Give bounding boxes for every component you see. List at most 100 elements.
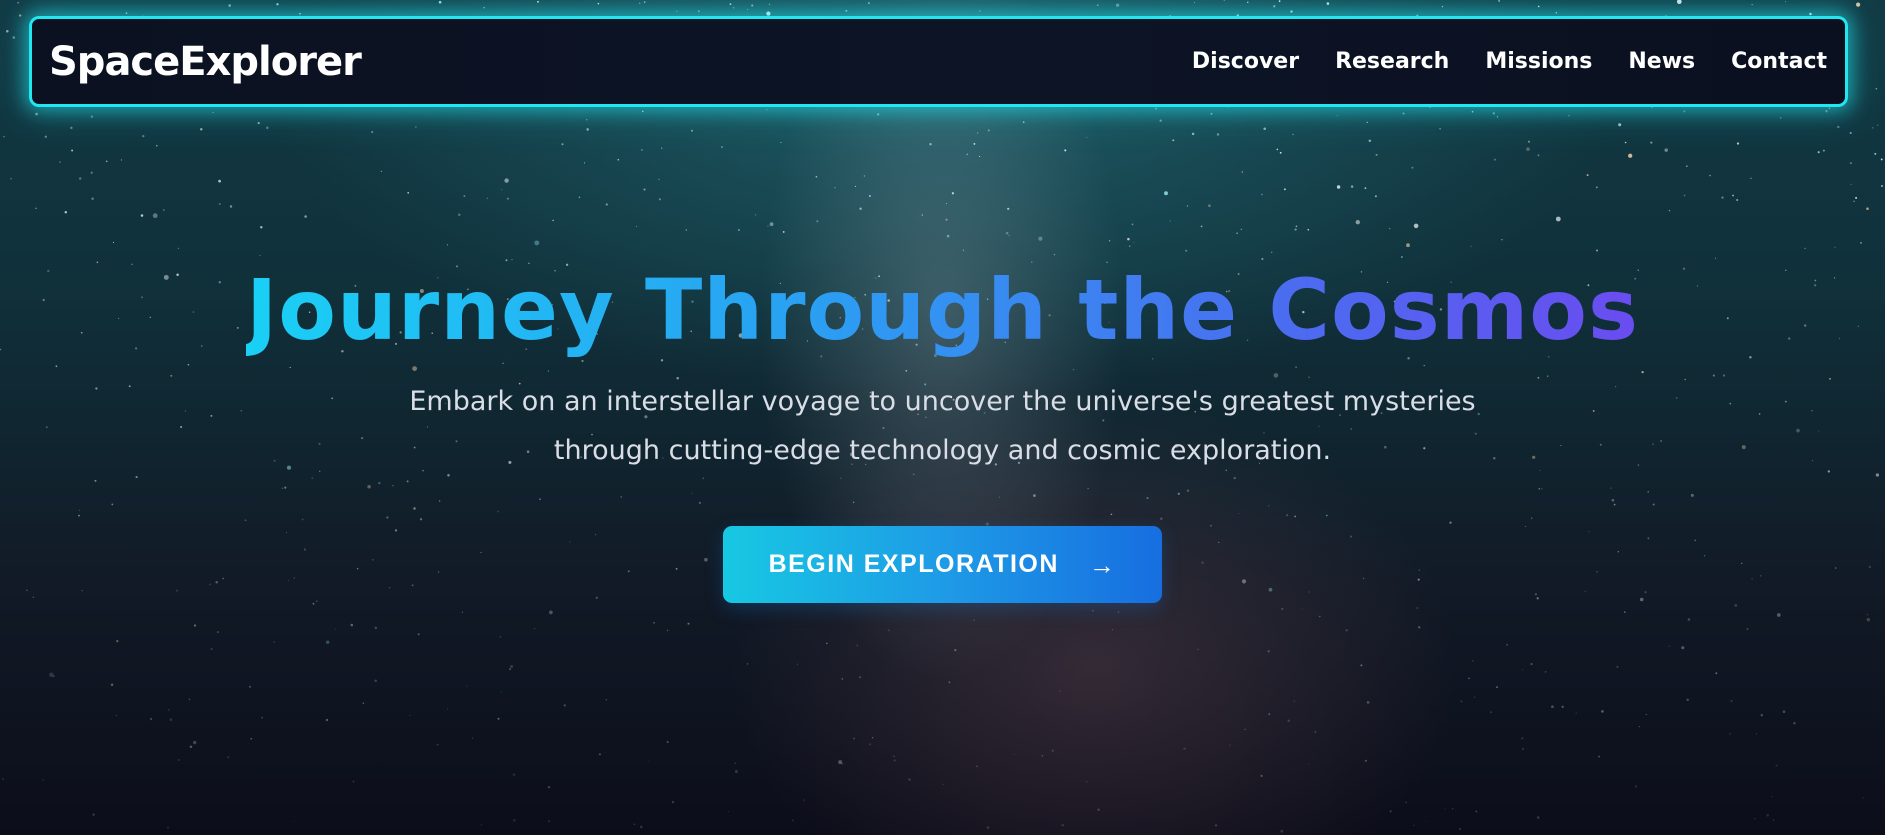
star xyxy=(1268,713,1271,716)
star xyxy=(796,663,799,665)
star xyxy=(1336,185,1341,189)
star xyxy=(325,640,330,644)
star xyxy=(658,178,660,181)
star xyxy=(293,820,295,822)
nav-link-contact[interactable]: Contact xyxy=(1731,49,1827,74)
star xyxy=(483,7,485,9)
star xyxy=(1686,165,1688,167)
star xyxy=(1059,690,1061,692)
star xyxy=(1115,3,1120,7)
star xyxy=(150,717,153,721)
star xyxy=(877,113,880,116)
site-logo[interactable]: SpaceExplorer xyxy=(49,39,362,85)
star xyxy=(1092,610,1094,612)
star xyxy=(1411,166,1414,169)
star xyxy=(1880,184,1884,188)
star xyxy=(1645,713,1647,716)
star xyxy=(1776,613,1781,617)
star xyxy=(945,218,948,221)
star xyxy=(1686,698,1689,702)
star xyxy=(942,783,944,785)
star xyxy=(1061,824,1065,827)
star xyxy=(1022,121,1025,124)
star xyxy=(1875,87,1878,90)
star xyxy=(1131,223,1134,226)
star xyxy=(276,3,279,6)
star xyxy=(1866,207,1869,210)
star xyxy=(537,0,539,3)
nav-link-research[interactable]: Research xyxy=(1335,49,1449,74)
star xyxy=(1785,1,1787,3)
star xyxy=(90,171,93,174)
star xyxy=(499,636,502,638)
star xyxy=(91,197,94,200)
star xyxy=(1860,241,1862,244)
star xyxy=(1521,747,1525,751)
star xyxy=(976,765,978,768)
star xyxy=(1214,824,1218,827)
star xyxy=(1314,730,1317,733)
star xyxy=(746,663,749,665)
star xyxy=(1715,672,1718,675)
star xyxy=(1470,245,1472,247)
star xyxy=(1475,810,1478,813)
star xyxy=(325,718,329,722)
star xyxy=(1754,818,1756,820)
begin-exploration-button[interactable]: BEGIN EXPLORATION → xyxy=(723,526,1162,603)
star xyxy=(1501,238,1503,241)
nav-links: Discover Research Missions News Contact xyxy=(1192,49,1827,74)
star xyxy=(1760,713,1764,717)
star xyxy=(1494,158,1496,161)
star xyxy=(140,214,144,217)
star xyxy=(1406,243,1410,248)
star xyxy=(1208,204,1211,207)
nav-link-news[interactable]: News xyxy=(1628,49,1695,74)
star xyxy=(1866,613,1869,616)
star xyxy=(1527,140,1531,143)
star xyxy=(948,681,951,684)
star xyxy=(1575,712,1577,714)
hero-content: Journey Through the Cosmos Embark on an … xyxy=(0,255,1885,603)
star xyxy=(1405,801,1407,804)
star xyxy=(1389,810,1392,813)
star xyxy=(1355,220,1360,225)
star xyxy=(250,737,253,740)
star xyxy=(605,752,607,754)
star xyxy=(838,760,843,765)
star xyxy=(720,145,723,149)
star xyxy=(1364,759,1367,762)
star xyxy=(461,611,464,613)
star xyxy=(508,668,512,671)
star xyxy=(921,214,924,216)
star xyxy=(471,737,474,739)
star xyxy=(767,225,769,227)
star xyxy=(1368,139,1372,143)
star xyxy=(697,10,700,13)
star xyxy=(1736,198,1739,202)
star xyxy=(42,779,44,781)
star xyxy=(1295,225,1298,228)
star xyxy=(768,3,771,6)
star xyxy=(1471,110,1474,113)
star xyxy=(868,195,871,197)
star xyxy=(504,178,509,183)
star xyxy=(70,126,73,130)
star xyxy=(648,760,650,763)
star xyxy=(1210,112,1213,115)
star xyxy=(1293,700,1296,702)
star xyxy=(350,623,354,627)
star xyxy=(661,147,663,149)
star xyxy=(1872,127,1874,129)
star xyxy=(163,209,165,211)
star xyxy=(978,10,981,12)
star xyxy=(1375,153,1378,156)
star xyxy=(666,741,669,743)
star xyxy=(193,740,197,745)
star xyxy=(1650,141,1653,144)
star xyxy=(871,737,874,739)
star xyxy=(189,745,193,749)
nav-link-discover[interactable]: Discover xyxy=(1192,49,1299,74)
star xyxy=(273,641,276,643)
star xyxy=(229,205,233,208)
nav-link-missions[interactable]: Missions xyxy=(1485,49,1592,74)
